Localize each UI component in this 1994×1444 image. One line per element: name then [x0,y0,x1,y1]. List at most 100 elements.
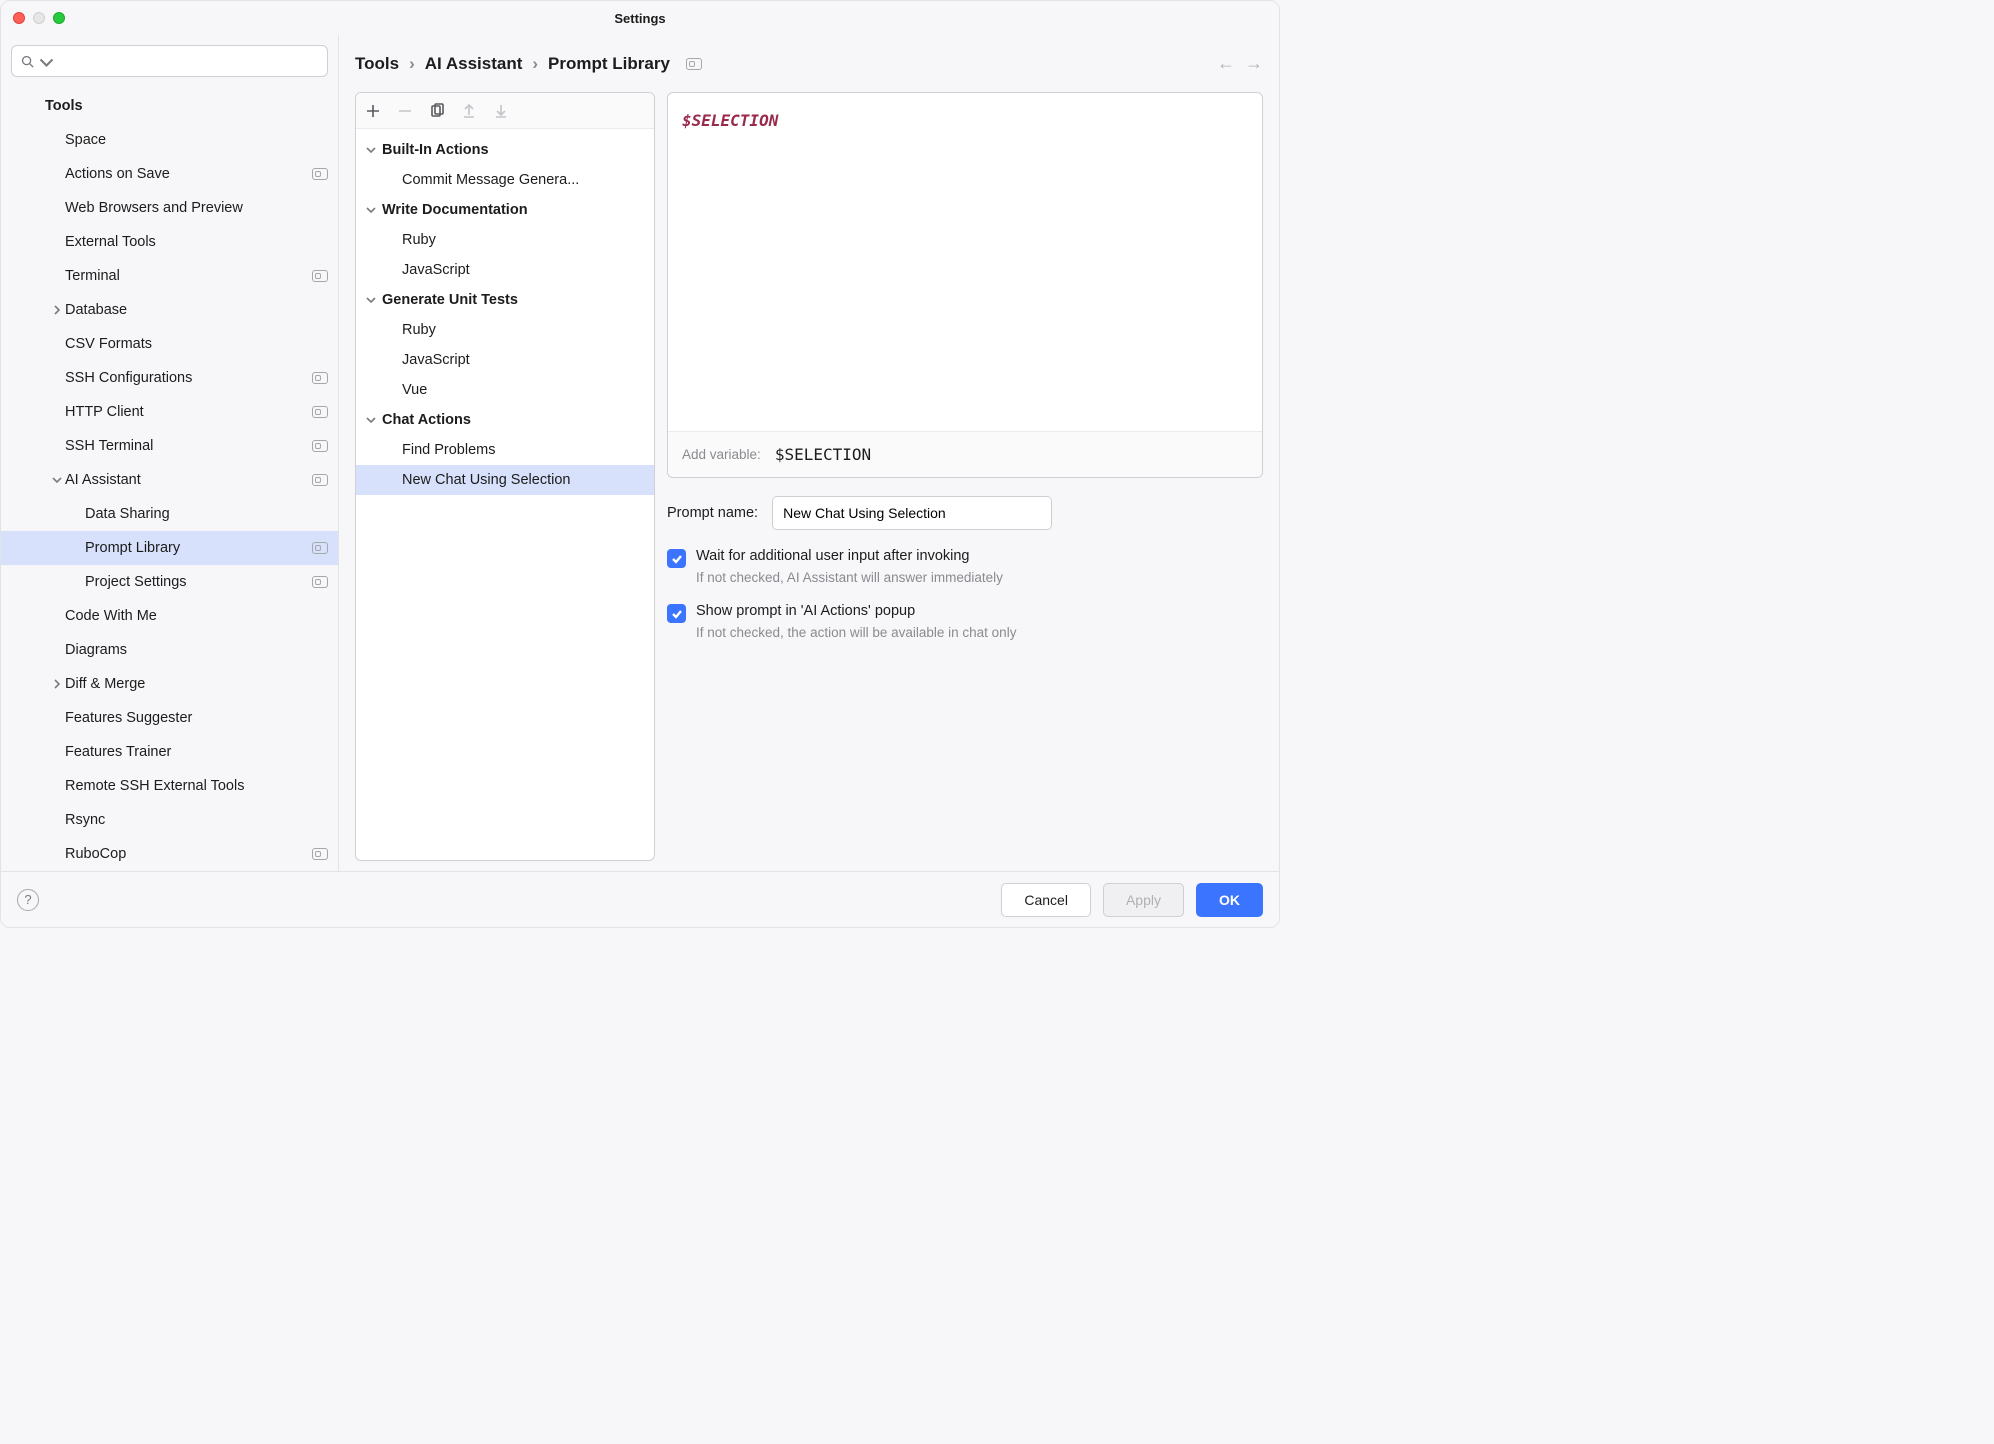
scope-badge-icon [312,848,328,860]
wait-for-input-option[interactable]: Wait for additional user input after inv… [667,548,1263,585]
show-in-popup-option[interactable]: Show prompt in 'AI Actions' popup If not… [667,603,1263,640]
chevron-icon [49,676,65,692]
sidebar-item[interactable]: Features Trainer [1,735,338,769]
help-icon[interactable]: ? [17,889,39,911]
sidebar-item[interactable]: Diff & Merge [1,667,338,701]
sidebar-item-label: Web Browsers and Preview [65,200,328,216]
sidebar-item-label: RuboCop [65,846,312,862]
prompt-editor: $SELECTION Add variable: $SELECTION [667,92,1263,478]
prompt-item-label: Vue [402,382,427,398]
sidebar-item[interactable]: Features Suggester [1,701,338,735]
sidebar-item-label: Features Trainer [65,744,328,760]
sidebar-section-tools[interactable]: Tools [1,89,338,123]
prompt-item-label: JavaScript [402,262,470,278]
add-variable-label: Add variable: [682,447,761,462]
prompt-item[interactable]: Vue [356,375,654,405]
checkbox-checked-icon[interactable] [667,549,686,568]
prompt-group[interactable]: Chat Actions [356,405,654,435]
sidebar-item[interactable]: CSV Formats [1,327,338,361]
main-panel: Tools › AI Assistant › Prompt Library ← … [339,35,1279,871]
add-icon[interactable] [364,102,382,120]
sidebar-item[interactable]: Data Sharing [1,497,338,531]
prompt-item[interactable]: Commit Message Genera... [356,165,654,195]
chevron-down-icon [364,145,378,155]
ok-button[interactable]: OK [1196,883,1263,917]
import-icon[interactable] [492,102,510,120]
prompt-group[interactable]: Generate Unit Tests [356,285,654,315]
sidebar-item[interactable]: Actions on Save [1,157,338,191]
window-title: Settings [1,11,1279,26]
breadcrumb-item[interactable]: AI Assistant [425,54,523,74]
sidebar-item-label: Database [65,302,328,318]
editor-body[interactable]: $SELECTION [668,93,1262,431]
search-field[interactable] [58,54,319,69]
prompt-item[interactable]: Find Problems [356,435,654,465]
forward-icon[interactable]: → [1245,53,1263,74]
prompt-group[interactable]: Write Documentation [356,195,654,225]
dialog-footer: ? Cancel Apply OK [1,871,1279,927]
prompt-tree[interactable]: Built-In Actions Commit Message Genera...… [356,129,654,860]
sidebar-item-label: Diagrams [65,642,328,658]
export-icon[interactable] [460,102,478,120]
sidebar-item-label: External Tools [65,234,328,250]
prompt-toolbar [356,93,654,129]
prompt-form: Prompt name: Wait for additional user in… [667,478,1263,640]
sidebar-item[interactable]: HTTP Client [1,395,338,429]
editor-footer: Add variable: $SELECTION [668,431,1262,477]
sidebar-item[interactable]: Prompt Library [1,531,338,565]
sidebar-item-label: Diff & Merge [65,676,328,692]
sidebar-item-label: Project Settings [85,574,312,590]
scope-badge-icon [312,270,328,282]
breadcrumb-item[interactable]: Tools [355,54,399,74]
copy-icon[interactable] [428,102,446,120]
chevron-icon [49,472,65,488]
apply-button[interactable]: Apply [1103,883,1184,917]
sidebar-item[interactable]: Space [1,123,338,157]
prompt-item[interactable]: New Chat Using Selection [356,465,654,495]
chevron-icon [49,302,65,318]
titlebar: Settings [1,1,1279,35]
sidebar-item[interactable]: Project Settings [1,565,338,599]
sidebar-item[interactable]: AI Assistant [1,463,338,497]
sidebar-item[interactable]: Rsync [1,803,338,837]
sidebar-item[interactable]: RuboCop [1,837,338,871]
prompt-detail-panel: $SELECTION Add variable: $SELECTION Prom… [667,92,1263,861]
sidebar-item[interactable]: Code With Me [1,599,338,633]
prompt-group-label: Built-In Actions [382,142,489,158]
breadcrumb-nav: ← → [1217,53,1263,74]
checkbox-label: Wait for additional user input after inv… [696,548,1003,564]
back-icon[interactable]: ← [1217,53,1235,74]
prompt-item[interactable]: Ruby [356,225,654,255]
sidebar-item[interactable]: Database [1,293,338,327]
chevron-down-icon [364,205,378,215]
cancel-button[interactable]: Cancel [1001,883,1091,917]
prompt-item[interactable]: JavaScript [356,345,654,375]
checkbox-hint: If not checked, AI Assistant will answer… [696,570,1003,585]
remove-icon[interactable] [396,102,414,120]
sidebar-item[interactable]: Terminal [1,259,338,293]
prompt-item-label: Ruby [402,232,436,248]
sidebar-item[interactable]: SSH Configurations [1,361,338,395]
settings-sidebar: Tools SpaceActions on Save Web Browsers an… [1,35,339,871]
selection-variable-token: $SELECTION [682,111,778,130]
sidebar-item[interactable]: SSH Terminal [1,429,338,463]
prompt-group[interactable]: Built-In Actions [356,135,654,165]
prompt-group-label: Write Documentation [382,202,528,218]
prompt-item[interactable]: Ruby [356,315,654,345]
prompt-item[interactable]: JavaScript [356,255,654,285]
checkbox-checked-icon[interactable] [667,604,686,623]
sidebar-item-label: SSH Terminal [65,438,312,454]
breadcrumb-item[interactable]: Prompt Library [548,54,670,74]
chevron-down-icon [364,415,378,425]
sidebar-item[interactable]: Remote SSH External Tools [1,769,338,803]
settings-tree[interactable]: Tools SpaceActions on Save Web Browsers an… [1,85,338,871]
section-label: Tools [45,98,328,114]
sidebar-item[interactable]: External Tools [1,225,338,259]
prompt-name-field[interactable] [772,496,1052,530]
sidebar-item[interactable]: Web Browsers and Preview [1,191,338,225]
sidebar-item-label: AI Assistant [65,472,312,488]
search-input[interactable] [11,45,328,77]
scope-badge-icon [312,576,328,588]
sidebar-item[interactable]: Diagrams [1,633,338,667]
insert-selection-variable-button[interactable]: $SELECTION [775,445,871,464]
